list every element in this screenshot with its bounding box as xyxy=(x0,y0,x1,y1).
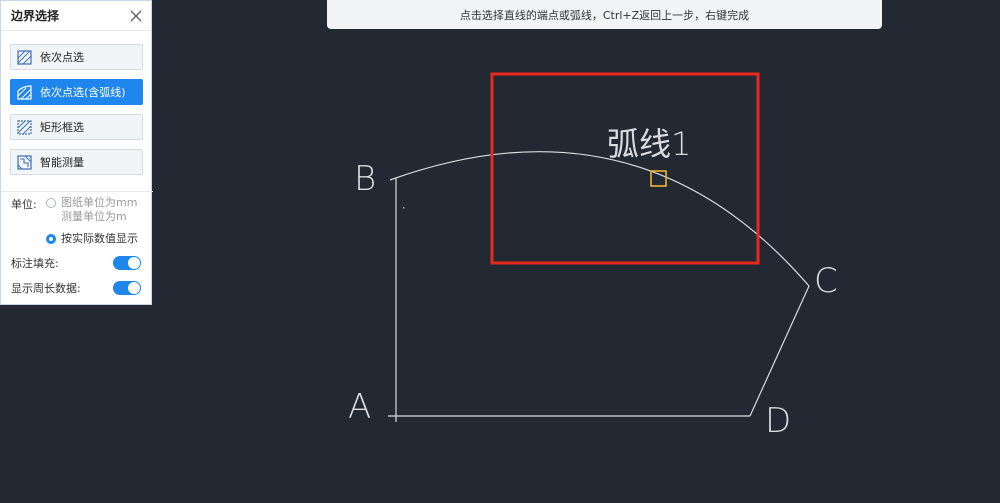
snap-marker[interactable] xyxy=(650,170,667,187)
stray-point xyxy=(403,207,405,209)
radio-unchecked[interactable] xyxy=(46,198,56,208)
boundary-select-panel: 边界选择 依次点选 依次点选(含弧线) 矩形框选 智能测量 单位: 图纸单位为m… xyxy=(0,0,153,305)
unit-option-actual-label: 按实际数值显示 xyxy=(61,232,138,245)
unit-option-text: 图纸单位为mm 测量单位为m xyxy=(61,196,137,224)
point-label-a: A xyxy=(348,387,371,427)
radio-checked[interactable] xyxy=(46,234,56,244)
fill-annotation-toggle-row: 标注填充: xyxy=(11,254,141,272)
sequential-select-label: 依次点选 xyxy=(40,51,84,64)
instruction-text: 点击选择直线的端点或弧线，Ctrl+Z返回上一步，右键完成 xyxy=(459,8,750,22)
selection-rectangle xyxy=(490,72,760,265)
edge-d-c[interactable] xyxy=(749,285,810,417)
point-label-d: D xyxy=(765,401,791,441)
perimeter-switch[interactable] xyxy=(113,281,141,295)
perimeter-toggle-row: 显示周长数据: xyxy=(11,279,141,297)
unit-label: 单位: xyxy=(11,198,37,211)
hatch-icon xyxy=(17,49,32,65)
fill-annotation-switch[interactable] xyxy=(113,256,141,270)
panel-header: 边界选择 xyxy=(1,1,151,31)
fill-annotation-label: 标注填充: xyxy=(11,257,59,270)
arc-b-c[interactable] xyxy=(389,151,810,287)
arc-label: 弧线1 xyxy=(607,125,691,163)
unit-option-drawing-mm[interactable]: 图纸单位为mm 测量单位为m xyxy=(46,196,137,224)
close-icon[interactable] xyxy=(129,9,143,23)
rect-select-icon xyxy=(17,119,32,135)
smart-measure-label: 智能测量 xyxy=(40,156,84,169)
perimeter-label: 显示周长数据: xyxy=(11,282,81,295)
rect-select-button[interactable]: 矩形框选 xyxy=(10,114,143,140)
sequential-select-button[interactable]: 依次点选 xyxy=(10,44,143,70)
unit-settings: 单位: 图纸单位为mm 测量单位为m 按实际数值显示 xyxy=(1,191,153,245)
sequential-select-arc-label: 依次点选(含弧线) xyxy=(40,86,126,99)
hatch-arc-icon xyxy=(17,84,32,100)
unit-option-line2: 测量单位为m xyxy=(61,210,127,223)
unit-option-line1: 图纸单位为mm xyxy=(61,196,138,209)
point-label-c: C xyxy=(814,261,838,301)
drawing-canvas[interactable]: B A C D 弧线1 点击选择直线的端点或弧线，Ctrl+Z返回上一步，右键完… xyxy=(0,0,1000,503)
rect-select-label: 矩形框选 xyxy=(40,121,84,134)
smart-measure-button[interactable]: 智能测量 xyxy=(10,149,143,175)
panel-title: 边界选择 xyxy=(11,9,60,23)
unit-option-actual-value[interactable]: 按实际数值显示 xyxy=(46,232,138,246)
sequential-select-arc-button[interactable]: 依次点选(含弧线) xyxy=(10,79,143,105)
point-label-b: B xyxy=(354,159,376,199)
smart-measure-icon xyxy=(17,154,32,170)
instruction-bar: 点击选择直线的端点或弧线，Ctrl+Z返回上一步，右键完成 xyxy=(327,0,882,29)
